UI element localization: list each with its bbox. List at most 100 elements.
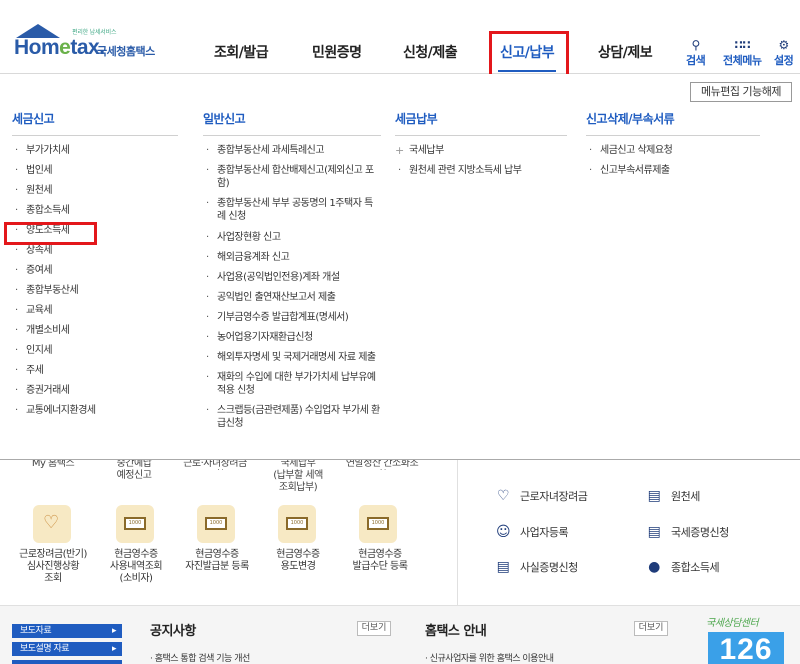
arrow-right-icon: ▸	[111, 644, 117, 654]
quick-label-receipt-change[interactable]: 현금영수증 용도변경	[262, 549, 334, 573]
util-settings[interactable]: ⚙ 설정	[774, 38, 794, 68]
consultation-center-banner[interactable]: 국세상담센터 126	[700, 614, 790, 664]
tax-slip-icon: ▤	[647, 488, 661, 504]
arrow-right-icon: ▸	[111, 626, 117, 636]
right-item-income-tax[interactable]: ● 종합소득세	[645, 559, 719, 575]
nav-item-applications[interactable]: 신청/제출	[403, 42, 458, 62]
quick-icon-receipt-change[interactable]: 1000	[278, 505, 316, 543]
menu-item-inheritance-tax[interactable]: 상속세	[12, 244, 178, 257]
receipt-search-icon: 1000	[286, 517, 308, 530]
person-icon: ☺	[495, 524, 511, 540]
menu-item-securities-tax[interactable]: 증권거래세	[12, 384, 178, 397]
mega-col-list: 세금신고 삭제요청 신고부속서류제출	[586, 144, 760, 177]
menu-item-education-tax[interactable]: 교육세	[12, 304, 178, 317]
quick-icon-receipt-consumer[interactable]: 1000	[116, 505, 154, 543]
right-item-tax-certificate[interactable]: ▤ 국세증명신청	[645, 524, 730, 540]
mega-col-list: 종합부동산세 과세특례신고 종합부동산세 합산배제신고(제외신고 포함) 종합부…	[203, 144, 381, 430]
quick-icon-receipt-self[interactable]: 1000	[197, 505, 235, 543]
notice-more-button[interactable]: 더보기	[357, 621, 391, 636]
menu-item-attachment-submit[interactable]: 신고부속서류제출	[586, 164, 760, 177]
partial-label-interim[interactable]: 중간예납 예정신고	[108, 458, 160, 482]
right-item-business-registration[interactable]: ☺ 사업자등록	[494, 524, 569, 540]
document-icon: ▤	[647, 524, 661, 540]
receipt-search-icon: 1000	[205, 517, 227, 530]
guide-title: 홈택스 안내	[425, 624, 487, 639]
mega-col-general-filing: 일반신고 종합부동산세 과세특례신고 종합부동산세 합산배제신고(제외신고 포함…	[203, 110, 381, 430]
notice-item[interactable]: · 홈택스 통합 검색 기능 개선	[150, 651, 250, 664]
highlight-box-capital-gains	[4, 222, 97, 245]
search-icon: ⚲	[691, 38, 700, 52]
right-item-fact-certificate[interactable]: ▤ 사실증명신청	[494, 559, 579, 575]
mega-menu-panel: 메뉴편집 기능해제 세금신고 부가가치세 법인세 원천세 종합소득세 양도소득세…	[0, 74, 800, 460]
menu-item-excise-tax[interactable]: 개별소비세	[12, 324, 178, 337]
guide-more-button[interactable]: 더보기	[634, 621, 668, 636]
menu-item-business-status[interactable]: 사업장현황 신고	[203, 231, 381, 244]
util-all-menu[interactable]: ∷∷ 전체메뉴	[723, 38, 762, 68]
mega-col-title: 세금납부	[395, 110, 567, 136]
mega-col-list: 국세납부 원천세 관련 지방소득세 납부	[395, 144, 567, 177]
menu-item-donation-receipt[interactable]: 기부금영수증 발급합계표(명세서)	[203, 311, 381, 324]
menu-item-overseas-investment[interactable]: 해외투자명세 및 국제거래명세 자료 제출	[203, 351, 381, 364]
menu-item-gift-tax[interactable]: 증여세	[12, 264, 178, 277]
bottom-pill-partial[interactable]	[12, 660, 122, 664]
menu-item-business-account[interactable]: 사업용(공익법인전용)계좌 개설	[203, 271, 381, 284]
menu-item-liquor-tax[interactable]: 주세	[12, 364, 178, 377]
guide-item[interactable]: · 신규사업자를 위한 홈택스 이용안내	[425, 651, 554, 664]
site-header: 편리한 납세서비스 Hometax. 국세청홈택스 조회/발급 민원증명 신청/…	[0, 0, 800, 85]
column-divider	[457, 460, 458, 605]
menu-item-overseas-account[interactable]: 해외금융계좌 신고	[203, 251, 381, 264]
menu-item-agri-refund[interactable]: 농어업용기자재환급신청	[203, 331, 381, 344]
press-explanation-button[interactable]: 보도설명 자료 ▸	[12, 642, 122, 656]
menu-item-public-interest-report[interactable]: 공익법인 출연재산보고서 제출	[203, 291, 381, 304]
bottom-band: 보도자료 ▸ 보도설명 자료 ▸ 공지사항 더보기 · 홈택스 통합 검색 기능 개…	[0, 605, 800, 664]
logo-tagline: 편리한 납세서비스	[72, 29, 117, 36]
menu-item-income-tax[interactable]: 종합소득세	[12, 204, 178, 217]
gear-icon: ⚙	[778, 38, 789, 52]
nav-item-lookup[interactable]: 조회/발급	[214, 42, 269, 62]
menu-item-local-income-tax[interactable]: 원천세 관련 지방소득세 납부	[395, 164, 567, 177]
quick-label-receipt-self[interactable]: 현금영수증 자진발급분 등록	[176, 549, 258, 573]
mega-col-title: 세금신고	[12, 110, 178, 136]
menu-item-national-tax-payment[interactable]: 국세납부	[395, 144, 567, 157]
hometax-logo[interactable]: 편리한 납세서비스 Hometax. 국세청홈택스	[12, 24, 162, 64]
notice-title: 공지사항	[150, 624, 196, 639]
mega-col-title: 일반신고	[203, 110, 381, 136]
center-number: 126	[708, 632, 784, 664]
menu-item-realestate-exclusion[interactable]: 종합부동산세 합산배제신고(제외신고 포함)	[203, 164, 381, 190]
right-item-incentive[interactable]: ♡ 근로자녀장려금	[494, 488, 588, 504]
quick-icon-receipt-means[interactable]: 1000	[359, 505, 397, 543]
menu-item-stamp-tax[interactable]: 인지세	[12, 344, 178, 357]
heart-icon: ♡	[43, 512, 60, 533]
partial-label-tax-payment[interactable]: 국세납부 (납부할 세액 조회납부)	[268, 458, 328, 494]
mega-col-list: 부가가치세 법인세 원천세 종합소득세 양도소득세 상속세 증여세 종합부동산세…	[12, 144, 178, 417]
menu-item-vat[interactable]: 부가가치세	[12, 144, 178, 157]
menu-item-comprehensive-realestate-tax[interactable]: 종합부동산세	[12, 284, 178, 297]
receipt-search-icon: 1000	[367, 517, 389, 530]
mega-col-tax-payment: 세금납부 국세납부 원천세 관련 지방소득세 납부	[395, 110, 567, 177]
center-title: 국세상담센터	[706, 618, 759, 629]
nav-item-certificates[interactable]: 민원증명	[312, 42, 362, 62]
quick-label-incentive[interactable]: 근로장려금(반기) 심사진행상황 조회	[14, 549, 92, 585]
press-release-button[interactable]: 보도자료 ▸	[12, 624, 122, 638]
menu-item-vat-deferral[interactable]: 재화의 수입에 대한 부가가치세 납부유예 적용 신청	[203, 371, 381, 397]
heart-hand-icon: ♡	[496, 488, 510, 504]
money-bag-icon: ●	[648, 559, 660, 575]
menu-item-delete-request[interactable]: 세금신고 삭제요청	[586, 144, 760, 157]
quick-label-receipt-means[interactable]: 현금영수증 발급수단 등록	[340, 549, 420, 573]
logo-brand-kr: 국세청홈택스	[97, 45, 155, 58]
quick-icon-incentive[interactable]: ♡	[33, 505, 71, 543]
right-item-withholding[interactable]: ▤ 원천세	[645, 488, 701, 504]
menu-item-realestate-special[interactable]: 종합부동산세 과세특례신고	[203, 144, 381, 157]
menu-item-corporate-tax[interactable]: 법인세	[12, 164, 178, 177]
nav-item-consultation[interactable]: 상담/제보	[598, 42, 653, 62]
menu-item-transport-energy-tax[interactable]: 교통에너지환경세	[12, 404, 178, 417]
menu-item-scrap-refund[interactable]: 스크랩등(금관련제품) 수입업자 부가세 환급신청	[203, 404, 381, 430]
quick-label-receipt-consumer[interactable]: 현금영수증 사용내역조회 (소비자)	[100, 549, 172, 585]
mega-col-tax-filing: 세금신고 부가가치세 법인세 원천세 종합소득세 양도소득세 상속세 증여세 종…	[12, 110, 178, 417]
logo-brand: Hometax.	[14, 36, 105, 59]
menu-item-withholding-tax[interactable]: 원천세	[12, 184, 178, 197]
menu-edit-toggle-button[interactable]: 메뉴편집 기능해제	[690, 82, 792, 102]
document-icon: ▤	[496, 559, 510, 575]
menu-item-realestate-couple[interactable]: 종합부동산세 부부 공동명의 1주택자 특례 신청	[203, 197, 381, 223]
util-search[interactable]: ⚲ 검색	[686, 38, 706, 68]
